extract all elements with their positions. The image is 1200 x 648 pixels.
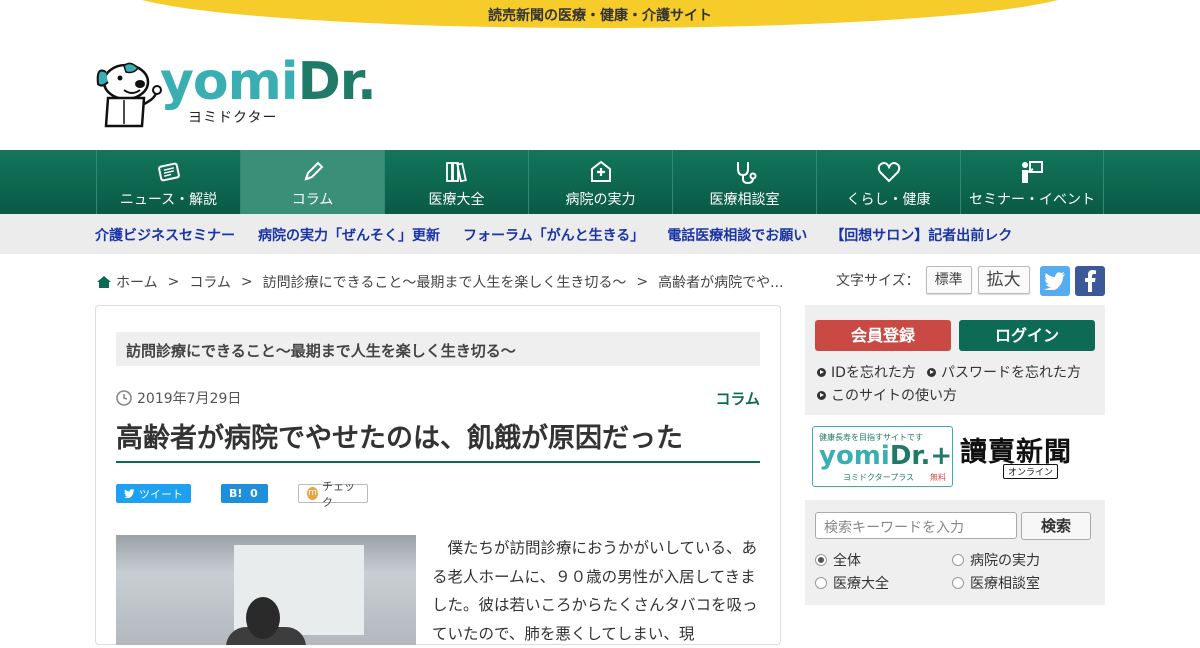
nav-label: 医療大全	[428, 192, 485, 208]
site-tagline: 読売新聞の医療・健康・介護サイト	[488, 8, 712, 24]
hatena-icon: B!	[229, 487, 243, 500]
font-size-label: 文字サイズ：	[836, 273, 920, 289]
mixi-label: チェック	[321, 479, 355, 509]
subnav-link[interactable]: 介護ビジネスセミナー	[95, 225, 235, 245]
login-panel: 会員登録 ログイン IDを忘れた方 パスワードを忘れた方 このサイトの使い方	[805, 305, 1105, 415]
category-link[interactable]: コラム	[715, 388, 760, 409]
arrow-bullet-icon	[927, 367, 936, 377]
twitter-bird-icon	[124, 489, 135, 498]
mixi-icon: m	[307, 487, 318, 500]
nav-label: 病院の実力	[565, 192, 636, 208]
yomiuri-online-banner[interactable]: 讀賣新聞 オンライン	[960, 430, 1100, 482]
subnav-link[interactable]: 電話医療相談でお願い	[667, 225, 807, 245]
article-date: 2019年7月29日	[116, 388, 241, 408]
nav-item-living[interactable]: くらし・健康	[816, 150, 960, 214]
nav-item-encyclopedia[interactable]: 医療大全	[384, 150, 528, 214]
social-buttons	[1040, 266, 1110, 296]
top-banner: 読売新聞の医療・健康・介護サイト	[0, 0, 1200, 40]
series-title[interactable]: 訪問診療にできること～最期まで人生を楽しく生き切る～	[116, 332, 760, 366]
article-body: 僕たちが訪問診療におうかがいしている、ある老人ホームに、９０歳の男性が入居してき…	[432, 539, 758, 643]
radio-icon	[952, 554, 964, 566]
search-scope-all[interactable]: 全体	[815, 550, 861, 570]
search-scope-hospital[interactable]: 病院の実力	[952, 550, 1040, 570]
heart-icon	[817, 159, 960, 185]
date-text: 2019年7月29日	[137, 391, 242, 407]
breadcrumb-home[interactable]: ホーム	[116, 272, 158, 292]
how-to-use-link[interactable]: このサイトの使い方	[817, 385, 957, 405]
login-button[interactable]: ログイン	[959, 320, 1095, 351]
radio-icon	[952, 577, 964, 589]
forgot-password-link[interactable]: パスワードを忘れた方	[927, 362, 1081, 382]
register-button[interactable]: 会員登録	[815, 320, 951, 351]
nav-label: セミナー・イベント	[969, 192, 1095, 208]
nav-label: くらし・健康	[846, 192, 931, 208]
newspaper-icon	[97, 159, 240, 185]
forgot-id-link[interactable]: IDを忘れた方	[817, 362, 916, 382]
search-button[interactable]: 検索	[1021, 512, 1091, 540]
logo-wordmark: yomiDr.	[160, 52, 377, 112]
nav-item-column[interactable]: コラム	[240, 150, 384, 214]
font-size-large-button[interactable]: 拡大	[977, 266, 1030, 294]
arrow-bullet-icon	[817, 390, 826, 400]
breadcrumb-separator: >	[240, 274, 253, 290]
search-panel: 検索キーワードを入力 検索 全体 病院の実力 医療大全 医療相談室	[805, 500, 1105, 605]
breadcrumb-series[interactable]: 訪問診療にできること～最期まで人生を楽しく生き切る～	[263, 272, 627, 292]
dog-mascot-icon	[96, 62, 162, 128]
article-title: 高齢者が病院でやせたのは、飢餓が原因だった	[116, 416, 760, 463]
logo-kana: ヨミドクター	[188, 110, 278, 126]
hospital-icon	[529, 159, 672, 185]
hatena-count: 0	[250, 487, 258, 500]
breadcrumb-separator: >	[636, 274, 649, 290]
yomidr-plus-banner[interactable]: 健康長寿を目指すサイトです yomiDr.+ ヨミドクタープラス 無料	[812, 426, 953, 487]
breadcrumb-separator: >	[167, 274, 180, 290]
search-input[interactable]: 検索キーワードを入力	[815, 512, 1017, 539]
breadcrumb-current: 高齢者が病院でや...	[658, 275, 784, 291]
radio-icon	[815, 577, 827, 589]
search-scope-encyclopedia[interactable]: 医療大全	[815, 573, 889, 593]
search-scope-consultation[interactable]: 医療相談室	[952, 573, 1040, 593]
arrow-bullet-icon	[817, 367, 826, 377]
nav-item-news[interactable]: ニュース・解説	[96, 150, 240, 214]
nav-item-hospital[interactable]: 病院の実力	[528, 150, 672, 214]
sub-nav: 介護ビジネスセミナー 病院の実力「ぜんそく」更新 フォーラム「がんと生きる」 電…	[0, 214, 1200, 254]
breadcrumb: ホーム > コラム > 訪問診療にできること～最期まで人生を楽しく生き切る～ >…	[96, 272, 783, 292]
main-nav: ニュース・解説 コラム 医療大全 病院の実力 医療相談室 くらし・健康 セミナー…	[0, 150, 1200, 214]
font-size-control: 文字サイズ： 標準 拡大	[836, 266, 1030, 294]
tweet-label: ツイート	[139, 487, 183, 501]
nav-label: コラム	[291, 192, 334, 208]
subnav-link[interactable]: 【回想サロン】記者出前レク	[830, 225, 1012, 245]
home-icon	[97, 276, 111, 288]
subnav-link[interactable]: 病院の実力「ぜんそく」更新	[258, 225, 440, 245]
nav-item-seminar[interactable]: セミナー・イベント	[960, 150, 1104, 214]
online-label: オンライン	[1003, 464, 1059, 479]
twitter-icon[interactable]	[1040, 266, 1070, 296]
presenter-icon	[961, 159, 1103, 185]
radio-selected-icon	[815, 554, 827, 566]
nav-label: ニュース・解説	[119, 192, 218, 208]
article-card: 訪問診療にできること～最期まで人生を楽しく生き切る～ 2019年7月29日 コラ…	[95, 305, 781, 645]
site-logo[interactable]: yomiDr. ヨミドクター	[94, 52, 377, 130]
pen-icon	[241, 159, 384, 185]
facebook-icon[interactable]	[1075, 266, 1105, 296]
font-size-standard-button[interactable]: 標準	[925, 266, 972, 294]
share-buttons: ツイート B! 0 m チェック	[116, 480, 398, 509]
books-icon	[385, 159, 528, 185]
breadcrumb-column[interactable]: コラム	[189, 272, 231, 292]
article-photo	[116, 535, 416, 645]
nav-label: 医療相談室	[709, 192, 780, 208]
tweet-button[interactable]: ツイート	[116, 484, 191, 503]
hatena-bookmark-button[interactable]: B! 0	[221, 484, 268, 503]
mixi-check-button[interactable]: m チェック	[298, 480, 368, 509]
nav-item-consultation[interactable]: 医療相談室	[672, 150, 816, 214]
clock-icon	[116, 390, 132, 406]
stethoscope-icon	[673, 159, 816, 185]
subnav-link[interactable]: フォーラム「がんと生きる」	[463, 225, 644, 245]
